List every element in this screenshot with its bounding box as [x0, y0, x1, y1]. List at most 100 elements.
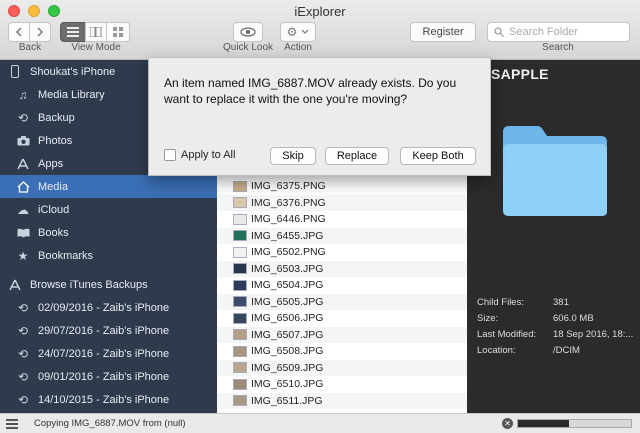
eye-icon: [240, 27, 256, 37]
home-icon: [16, 180, 30, 194]
music-note-icon: ♫: [18, 87, 28, 102]
file-row[interactable]: IMG_6375.PNG: [217, 178, 467, 195]
thumbnail-image: [233, 263, 247, 275]
view-mode-label: View Mode: [71, 42, 121, 53]
sidebar-item-books[interactable]: Books: [0, 221, 217, 244]
back-button[interactable]: [8, 22, 30, 42]
progress-bar: [517, 419, 632, 428]
thumbnail-image: [233, 213, 247, 225]
file-row[interactable]: IMG_6509.JPG: [217, 359, 467, 376]
chevron-down-icon: [301, 29, 309, 34]
quick-look-button[interactable]: [233, 22, 263, 42]
file-name: IMG_6503.JPG: [251, 262, 324, 275]
detail-panel: SAPPLE Child Files: 381 Size: 606.0 MB L…: [467, 60, 640, 413]
file-name: IMG_6508.JPG: [251, 345, 324, 358]
thumbnail-image: [233, 395, 247, 407]
sidebar-item-label: 09/01/2016 - Zaib's iPhone: [38, 370, 170, 383]
sidebar-item-label: Shoukat's iPhone: [30, 65, 116, 78]
backup-icon: ⟲: [17, 369, 29, 384]
search-placeholder: Search Folder: [509, 26, 579, 38]
cancel-transfer-icon[interactable]: ✕: [502, 418, 513, 429]
sidebar-item-backup-entry[interactable]: ⟲ 24/07/2016 - Zaib's iPhone: [0, 342, 217, 365]
file-row[interactable]: IMG_6503.JPG: [217, 260, 467, 277]
sidebar-item-label: Books: [38, 226, 69, 239]
file-row[interactable]: IMG_6506.JPG: [217, 310, 467, 327]
sidebar-item-media[interactable]: Media: [0, 175, 217, 198]
register-button[interactable]: Register: [410, 22, 476, 42]
sidebar-item-bookmarks[interactable]: ★ Bookmarks: [0, 244, 217, 267]
location-value: /DCIM: [553, 345, 580, 356]
sidebar-item-label: Apps: [38, 157, 64, 170]
thumbnail-image: [233, 329, 247, 341]
backup-icon: ⟲: [17, 300, 29, 315]
apply-to-all-checkbox[interactable]: Apply to All: [164, 149, 235, 161]
file-row[interactable]: IMG_6502.PNG: [217, 244, 467, 261]
file-row[interactable]: IMG_6505.JPG: [217, 293, 467, 310]
file-row[interactable]: IMG_6376.PNG: [217, 194, 467, 211]
apps-icon: [8, 278, 22, 292]
sidebar-item-label: iCloud: [38, 203, 70, 216]
file-row[interactable]: IMG_6508.JPG: [217, 343, 467, 360]
status-text: Copying IMG_6887.MOV from (null): [34, 418, 186, 429]
file-row[interactable]: IMG_6510.JPG: [217, 376, 467, 393]
file-row[interactable]: IMG_6455.JPG: [217, 227, 467, 244]
file-name: IMG_6375.PNG: [251, 180, 326, 193]
sidebar-item-backup-entry[interactable]: ⟲ 14/10/2015 - Zaib's iPhone: [0, 388, 217, 411]
action-label: Action: [284, 42, 312, 53]
backup-icon: ⟲: [17, 323, 29, 338]
sidebar-item-backup-entry[interactable]: ⟲ 09/01/2016 - Zaib's iPhone: [0, 365, 217, 388]
back-label: Back: [18, 42, 42, 53]
sidebar-item-label: Backup: [38, 111, 75, 124]
last-modified-label: Last Modified:: [477, 329, 537, 340]
file-name: IMG_6455.JPG: [251, 229, 324, 242]
size-value: 606.0 MB: [553, 313, 594, 324]
thumbnail-image: [233, 296, 247, 308]
file-row[interactable]: IMG_6507.JPG: [217, 326, 467, 343]
replace-button[interactable]: Replace: [325, 147, 389, 165]
thumbnail-image: [233, 180, 247, 192]
file-row[interactable]: IMG_6446.PNG: [217, 211, 467, 228]
file-name: IMG_6505.JPG: [251, 295, 324, 308]
sidebar-section-label: Browse iTunes Backups: [30, 278, 148, 291]
keep-both-button[interactable]: Keep Both: [400, 147, 476, 165]
apply-to-all-label: Apply to All: [181, 149, 236, 161]
grid-icon: [113, 27, 123, 37]
column-view-button[interactable]: [85, 22, 107, 42]
file-row[interactable]: IMG_6511.JPG: [217, 392, 467, 409]
sidebar-item-label: Media Library: [38, 88, 105, 101]
thumbnail-image: [233, 279, 247, 291]
apps-icon: [16, 157, 30, 171]
sidebar-item-backup-entry[interactable]: ⟲ 29/07/2016 - Zaib's iPhone: [0, 319, 217, 342]
star-icon: ★: [17, 248, 29, 263]
file-name: IMG_6510.JPG: [251, 378, 324, 391]
size-label: Size:: [477, 313, 499, 324]
action-button[interactable]: ⚙: [280, 22, 316, 42]
file-row[interactable]: IMG_6504.JPG: [217, 277, 467, 294]
sidebar-section-backups[interactable]: Browse iTunes Backups: [0, 273, 217, 296]
columns-icon: [90, 27, 102, 37]
thumbnail-image: [233, 362, 247, 374]
search-input[interactable]: Search Folder: [487, 22, 630, 42]
checkbox-box[interactable]: [164, 149, 176, 161]
child-files-value: 381: [553, 297, 569, 308]
list-view-button[interactable]: [60, 22, 86, 42]
file-name: IMG_6507.JPG: [251, 328, 324, 341]
thumbnail-image: [233, 197, 247, 209]
search-icon: [494, 27, 504, 37]
cloud-icon: ☁: [17, 202, 29, 217]
replace-dialog: An item named IMG_6887.MOV already exist…: [148, 57, 491, 176]
sidebar-item-label: 24/07/2016 - Zaib's iPhone: [38, 347, 170, 360]
skip-button[interactable]: Skip: [270, 147, 316, 165]
sidebar-item-backup-entry[interactable]: ⟲ 02/09/2016 - Zaib's iPhone: [0, 296, 217, 319]
hamburger-menu-icon[interactable]: [6, 419, 18, 431]
search-label: Search: [542, 42, 574, 53]
forward-button[interactable]: [29, 22, 51, 42]
chevron-left-icon: [15, 27, 22, 37]
backup-icon: ⟲: [17, 346, 29, 361]
grid-view-button[interactable]: [106, 22, 130, 42]
sidebar-item-icloud[interactable]: ☁ iCloud: [0, 198, 217, 221]
child-files-label: Child Files:: [477, 297, 524, 308]
chevron-right-icon: [37, 27, 44, 37]
sidebar-item-label: Media: [38, 180, 68, 193]
list-icon: [67, 27, 79, 37]
